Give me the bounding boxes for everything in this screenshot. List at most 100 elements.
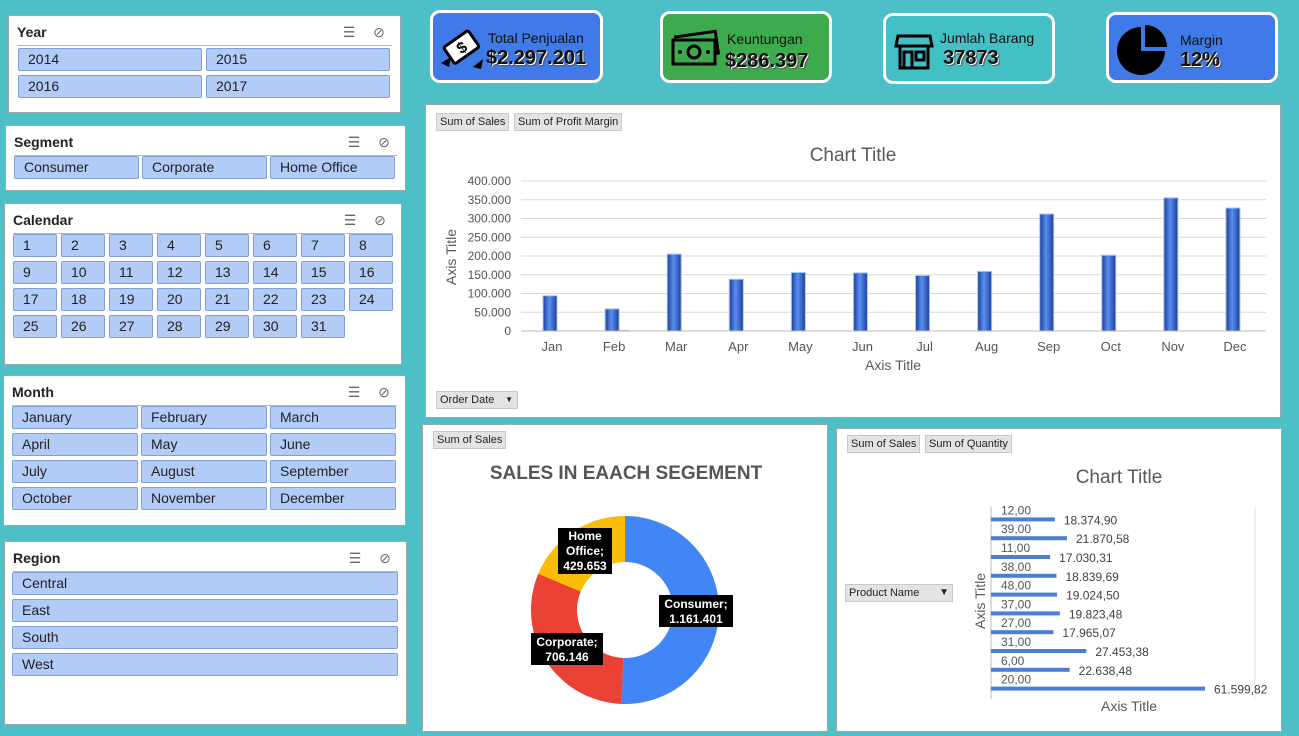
slicer-item-calendar-3[interactable]: 3 — [109, 234, 153, 257]
bar-sales-jun[interactable] — [852, 272, 868, 332]
bar-product-7[interactable] — [991, 649, 1087, 653]
slicer-item-month-november[interactable]: November — [141, 487, 267, 510]
bar-sales-jul[interactable] — [915, 275, 931, 332]
clear-filter-icon[interactable]: ⊘ — [375, 384, 393, 400]
kpi-items: Jumlah Barang 37873 — [883, 13, 1055, 84]
clear-filter-icon[interactable]: ⊘ — [375, 134, 393, 150]
product-sales-chart: Chart Title 12,00 18.374,90 39,00 21.870,58 1… — [972, 467, 1268, 714]
slicer-item-calendar-19[interactable]: 19 — [109, 288, 153, 311]
segment-slicer: Segment ☰ ⊘ Consumer Corporate Home Office — [5, 125, 406, 191]
bar-sales-feb[interactable] — [604, 308, 620, 332]
bar-product-5[interactable] — [991, 611, 1060, 616]
slicer-item-calendar-4[interactable]: 4 — [157, 234, 201, 257]
slicer-item-calendar-29[interactable]: 29 — [205, 315, 249, 338]
bar-sales-mar[interactable] — [666, 253, 682, 332]
slicer-item-year-2015[interactable]: 2015 — [206, 48, 390, 71]
slicer-item-month-september[interactable]: September — [270, 460, 396, 483]
x-tick-label: Dec — [1223, 339, 1247, 354]
slicer-item-calendar-5[interactable]: 5 — [205, 234, 249, 257]
multi-select-icon[interactable]: ☰ — [345, 384, 363, 400]
slicer-item-year-2017[interactable]: 2017 — [206, 75, 390, 98]
slicer-item-month-june[interactable]: June — [270, 433, 396, 456]
clear-filter-icon[interactable]: ⊘ — [370, 24, 388, 40]
bar-product-2[interactable] — [991, 555, 1051, 559]
slicer-item-calendar-16[interactable]: 16 — [349, 261, 393, 284]
slicer-item-calendar-24[interactable]: 24 — [349, 288, 393, 311]
slicer-item-calendar-15[interactable]: 15 — [301, 261, 345, 284]
data-label: 19.823,48 — [1069, 607, 1123, 621]
slicer-item-region-east[interactable]: East — [12, 599, 398, 622]
slicer-item-segment-consumer[interactable]: Consumer — [14, 156, 139, 179]
slicer-item-calendar-26[interactable]: 26 — [61, 315, 105, 338]
slicer-item-region-west[interactable]: West — [12, 653, 398, 676]
slicer-item-segment-corporate[interactable]: Corporate — [142, 156, 267, 179]
bar-sales-may[interactable] — [790, 272, 806, 332]
multi-select-icon[interactable]: ☰ — [341, 212, 359, 228]
bar-sales-sep[interactable] — [1039, 213, 1055, 332]
slicer-item-calendar-12[interactable]: 12 — [157, 261, 201, 284]
slicer-item-calendar-11[interactable]: 11 — [109, 261, 153, 284]
data-label: 27.453,38 — [1095, 645, 1149, 659]
slicer-item-calendar-13[interactable]: 13 — [205, 261, 249, 284]
multi-select-icon[interactable]: ☰ — [346, 550, 364, 566]
slicer-item-month-august[interactable]: August — [141, 460, 267, 483]
bar-product-4[interactable] — [991, 592, 1058, 597]
slicer-item-segment-home-office[interactable]: Home Office — [270, 156, 395, 179]
pie-chart-icon — [1117, 25, 1167, 75]
bar-sales-oct[interactable] — [1101, 254, 1117, 332]
slicer-item-calendar-20[interactable]: 20 — [157, 288, 201, 311]
bar-sales-aug[interactable] — [977, 270, 993, 332]
slicer-item-calendar-25[interactable]: 25 — [13, 315, 57, 338]
slicer-item-month-may[interactable]: May — [141, 433, 267, 456]
kpi-value: 37873 — [943, 47, 999, 69]
slicer-item-calendar-7[interactable]: 7 — [301, 234, 345, 257]
bar-product-1[interactable] — [991, 536, 1067, 541]
bar-sales-jan[interactable] — [542, 295, 558, 332]
kpi-label: Keuntungan — [727, 31, 803, 47]
slicer-item-calendar-14[interactable]: 14 — [253, 261, 297, 284]
y-tick-label: 150.000 — [468, 268, 512, 282]
slicer-item-calendar-31[interactable]: 31 — [301, 315, 345, 338]
clear-filter-icon[interactable]: ⊘ — [376, 550, 394, 566]
slicer-item-month-march[interactable]: March — [270, 406, 396, 429]
slicer-item-month-july[interactable]: July — [12, 460, 138, 483]
slicer-item-calendar-21[interactable]: 21 — [205, 288, 249, 311]
data-label-value: 429.653 — [563, 559, 607, 573]
multi-select-icon[interactable]: ☰ — [345, 134, 363, 150]
slicer-item-calendar-8[interactable]: 8 — [349, 234, 393, 257]
slicer-item-year-2014[interactable]: 2014 — [18, 48, 202, 71]
slicer-item-region-south[interactable]: South — [12, 626, 398, 649]
slicer-item-month-april[interactable]: April — [12, 433, 138, 456]
slicer-item-calendar-10[interactable]: 10 — [61, 261, 105, 284]
slicer-item-calendar-27[interactable]: 27 — [109, 315, 153, 338]
slicer-item-month-january[interactable]: January — [12, 406, 138, 429]
multi-select-icon[interactable]: ☰ — [340, 24, 358, 40]
bar-sales-nov[interactable] — [1163, 197, 1179, 332]
slicer-item-calendar-2[interactable]: 2 — [61, 234, 105, 257]
clear-filter-icon[interactable]: ⊘ — [371, 212, 389, 228]
slicer-item-month-december[interactable]: December — [270, 487, 396, 510]
slicer-item-month-october[interactable]: October — [12, 487, 138, 510]
chart-title: Chart Title — [810, 145, 897, 166]
slicer-item-calendar-18[interactable]: 18 — [61, 288, 105, 311]
slicer-item-calendar-30[interactable]: 30 — [253, 315, 297, 338]
bar-sales-apr[interactable] — [728, 278, 744, 332]
bar-product-3[interactable] — [991, 573, 1057, 578]
slicer-item-calendar-28[interactable]: 28 — [157, 315, 201, 338]
slicer-item-calendar-17[interactable]: 17 — [13, 288, 57, 311]
slicer-item-calendar-22[interactable]: 22 — [253, 288, 297, 311]
bar-sales-dec[interactable] — [1225, 207, 1241, 332]
slicer-item-region-central[interactable]: Central — [12, 572, 398, 595]
bar-product-0[interactable] — [991, 517, 1055, 522]
slicer-item-year-2016[interactable]: 2016 — [18, 75, 202, 98]
slicer-item-calendar-23[interactable]: 23 — [301, 288, 345, 311]
bar-product-8[interactable] — [991, 667, 1070, 672]
bar-product-6[interactable] — [991, 630, 1054, 635]
slicer-item-calendar-9[interactable]: 9 — [13, 261, 57, 284]
slicer-item-calendar-1[interactable]: 1 — [13, 234, 57, 257]
x-tick-label: Aug — [975, 339, 998, 354]
slicer-header: Calendar ☰ ⊘ — [13, 210, 393, 234]
slicer-item-calendar-6[interactable]: 6 — [253, 234, 297, 257]
bar-product-9[interactable] — [991, 686, 1205, 691]
slicer-item-month-february[interactable]: February — [141, 406, 267, 429]
